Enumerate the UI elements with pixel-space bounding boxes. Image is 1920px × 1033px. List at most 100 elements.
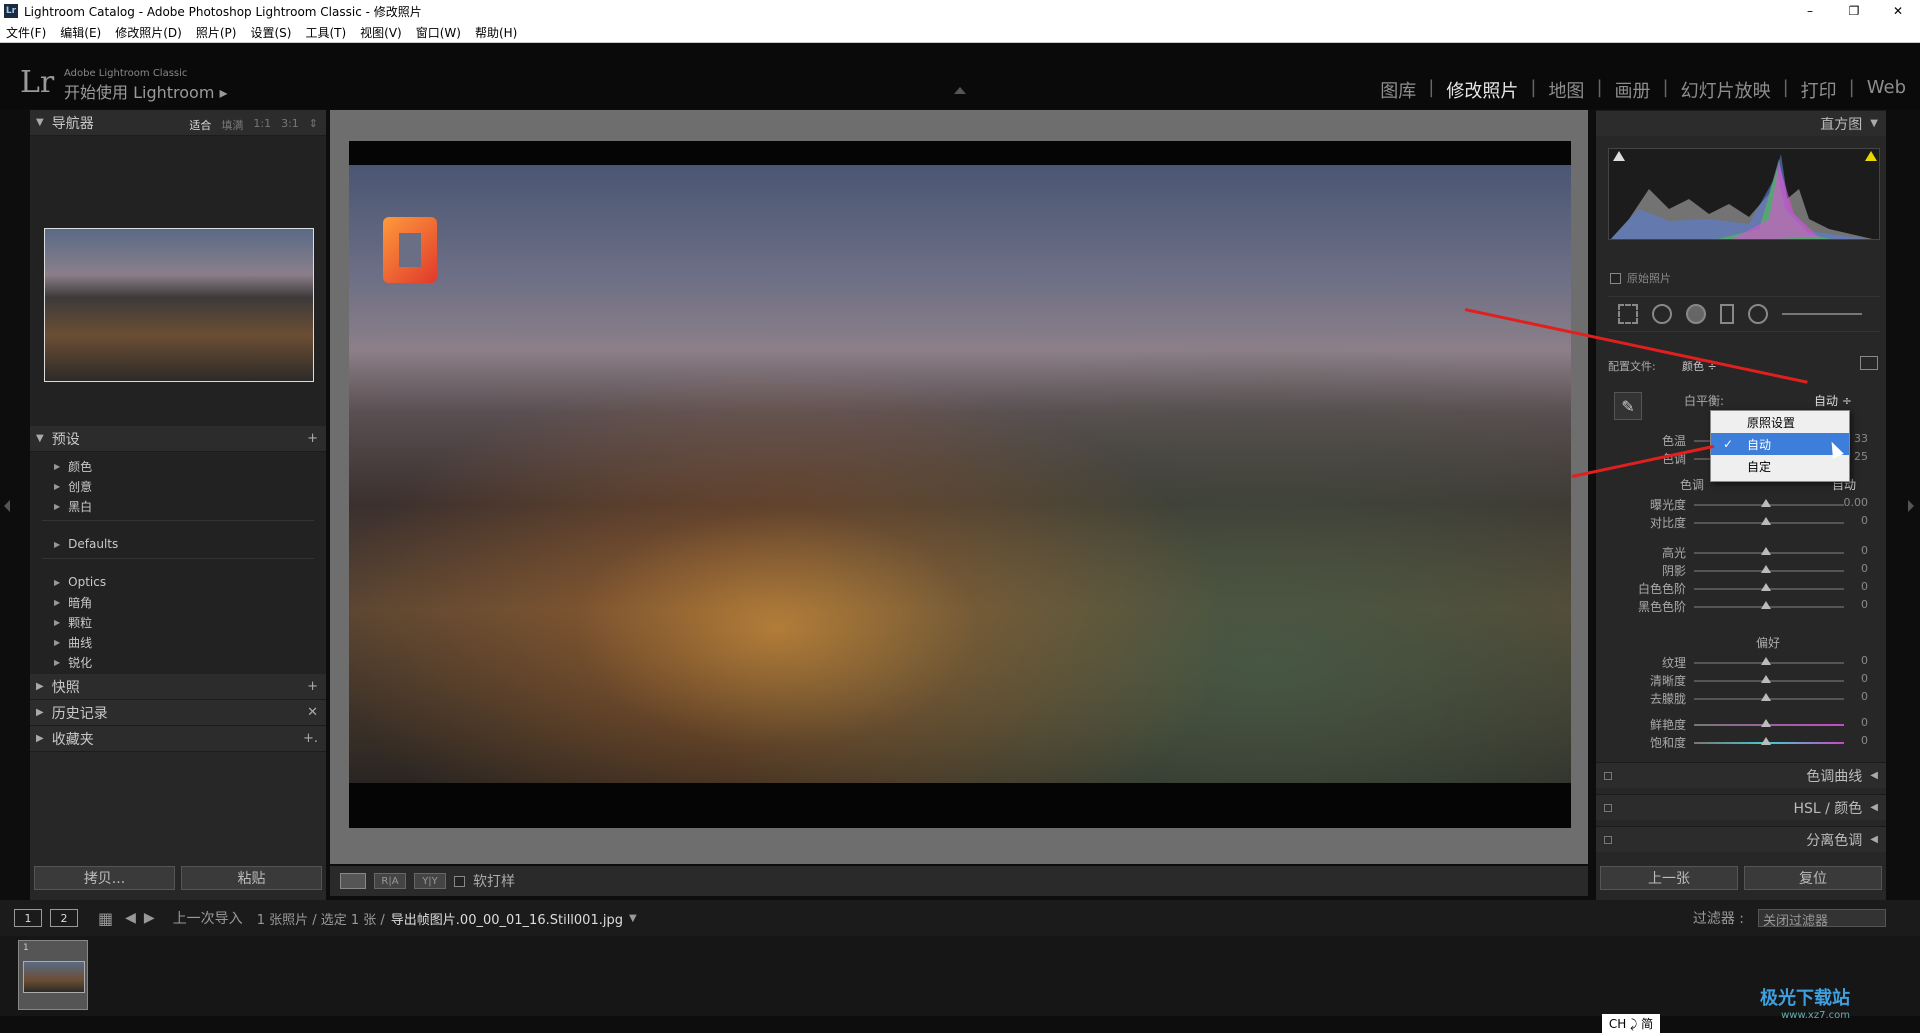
graduated-filter-icon[interactable] bbox=[1720, 304, 1734, 324]
filter-select[interactable]: 关闭过滤器 bbox=[1758, 909, 1886, 929]
wb-option-custom[interactable]: 自定 bbox=[1711, 455, 1849, 477]
add-snapshot-icon[interactable]: + bbox=[307, 679, 318, 694]
slider-dehaze[interactable]: 去朦胧 0 bbox=[1610, 690, 1880, 706]
white-balance-eyedropper-icon[interactable]: ✎ bbox=[1614, 392, 1642, 420]
red-eye-icon[interactable] bbox=[1686, 304, 1706, 324]
slider-knob[interactable] bbox=[1761, 499, 1771, 507]
zoom-more-icon[interactable]: ⇕ bbox=[309, 117, 318, 133]
slider-knob[interactable] bbox=[1761, 737, 1771, 745]
preset-group-defaults[interactable]: ▶ Defaults bbox=[30, 534, 326, 554]
main-photo[interactable] bbox=[349, 165, 1571, 783]
restore-button[interactable]: ❐ bbox=[1832, 0, 1876, 22]
slider-value[interactable]: 0 bbox=[1861, 654, 1868, 667]
original-photo-toggle[interactable]: 原始照片 bbox=[1610, 270, 1671, 286]
split-toning-header[interactable]: 分离色调 ◀ bbox=[1596, 826, 1886, 852]
slider-knob[interactable] bbox=[1761, 675, 1771, 683]
profile-browser-grid-icon[interactable] bbox=[1860, 356, 1878, 370]
wb-option-as-shot[interactable]: 原照设置 bbox=[1711, 411, 1849, 433]
view-1-button[interactable]: 1 bbox=[14, 909, 42, 927]
preset-group-bw[interactable]: ▶ 黑白 bbox=[30, 496, 326, 516]
forward-arrow-icon[interactable]: ▶ bbox=[144, 910, 155, 926]
panel-toggle-icon[interactable] bbox=[1604, 771, 1612, 780]
slider-value[interactable]: 0 bbox=[1861, 672, 1868, 685]
radial-filter-icon[interactable] bbox=[1748, 304, 1768, 324]
slider-texture[interactable]: 纹理 0 bbox=[1610, 654, 1880, 670]
brush-slider[interactable] bbox=[1782, 313, 1862, 315]
slider-vibrance[interactable]: 鲜艳度 0 bbox=[1610, 716, 1880, 732]
module-web[interactable]: Web bbox=[1867, 77, 1906, 103]
menu-file[interactable]: 文件(F) bbox=[6, 24, 46, 41]
slider-knob[interactable] bbox=[1761, 547, 1771, 555]
preset-group-creative[interactable]: ▶ 创意 bbox=[30, 476, 326, 496]
filmstrip-thumbnail[interactable]: 1 bbox=[18, 940, 88, 1010]
minimize-button[interactable]: – bbox=[1788, 0, 1832, 22]
slider-knob[interactable] bbox=[1761, 693, 1771, 701]
module-develop[interactable]: 修改照片 bbox=[1446, 77, 1518, 103]
slider-knob[interactable] bbox=[1761, 565, 1771, 573]
slider-value[interactable]: 0 bbox=[1861, 514, 1868, 527]
slider-clarity[interactable]: 清晰度 0 bbox=[1610, 672, 1880, 688]
presets-header[interactable]: ▼ 预设 + bbox=[30, 426, 326, 452]
history-header[interactable]: ▶ 历史记录 ✕ bbox=[30, 700, 326, 726]
preset-group-curve[interactable]: ▶ 曲线 bbox=[30, 632, 326, 652]
slider-value[interactable]: 0 bbox=[1861, 544, 1868, 557]
slider-whites[interactable]: 白色色阶 0 bbox=[1610, 580, 1880, 596]
crop-overlay-icon[interactable] bbox=[1618, 304, 1638, 324]
slider-value[interactable]: 0 bbox=[1861, 734, 1868, 747]
navigator-header[interactable]: ▼ 导航器 适合 填满 1:1 3:1 ⇕ bbox=[30, 110, 326, 136]
slider-highlights[interactable]: 高光 0 bbox=[1610, 544, 1880, 560]
histogram-header[interactable]: 直方图 ▼ bbox=[1596, 110, 1886, 136]
loupe-view-icon[interactable] bbox=[340, 873, 366, 889]
module-library[interactable]: 图库 bbox=[1380, 77, 1416, 103]
clear-history-icon[interactable]: ✕ bbox=[307, 705, 318, 720]
slider-value[interactable]: 0 bbox=[1861, 580, 1868, 593]
collapse-right-icon[interactable] bbox=[1908, 500, 1914, 512]
filename-label[interactable]: 导出帧图片.00_00_01_16.Still001.jpg bbox=[391, 909, 623, 928]
copy-settings-button[interactable]: 拷贝... bbox=[34, 866, 175, 890]
zoom-fill[interactable]: 填满 bbox=[221, 117, 243, 133]
menu-photo[interactable]: 照片(P) bbox=[196, 24, 237, 41]
slider-shadows[interactable]: 阴影 0 bbox=[1610, 562, 1880, 578]
zoom-1-1[interactable]: 1:1 bbox=[253, 117, 271, 133]
spot-removal-icon[interactable] bbox=[1652, 304, 1672, 324]
panel-toggle-icon[interactable] bbox=[1604, 835, 1612, 844]
slider-value[interactable]: 0 bbox=[1861, 562, 1868, 575]
menu-view[interactable]: 视图(V) bbox=[360, 24, 402, 41]
slider-value[interactable]: 0.00 bbox=[1844, 496, 1869, 509]
zoom-3-1[interactable]: 3:1 bbox=[281, 117, 299, 133]
white-balance-select[interactable]: 自动 ÷ bbox=[1814, 392, 1852, 409]
module-book[interactable]: 画册 bbox=[1615, 77, 1651, 103]
slider-saturation[interactable]: 饱和度 0 bbox=[1610, 734, 1880, 750]
soft-proof-checkbox[interactable] bbox=[454, 875, 465, 887]
snapshots-header[interactable]: ▶ 快照 + bbox=[30, 674, 326, 700]
slider-value[interactable]: 0 bbox=[1861, 690, 1868, 703]
slider-blacks[interactable]: 黑色色阶 0 bbox=[1610, 598, 1880, 614]
filename-dropdown-icon[interactable]: ▼ bbox=[629, 913, 637, 924]
module-map[interactable]: 地图 bbox=[1548, 77, 1584, 103]
zoom-fit[interactable]: 适合 bbox=[189, 117, 211, 133]
preset-group-optics[interactable]: ▶ Optics bbox=[30, 572, 326, 592]
collections-header[interactable]: ▶ 收藏夹 +. bbox=[30, 726, 326, 752]
slider-exposure[interactable]: 曝光度 0.00 bbox=[1610, 496, 1880, 512]
add-collection-icon[interactable]: +. bbox=[303, 731, 318, 746]
preset-group-grain[interactable]: ▶ 颗粒 bbox=[30, 612, 326, 632]
slider-contrast[interactable]: 对比度 0 bbox=[1610, 514, 1880, 530]
preset-group-sharpen[interactable]: ▶ 锐化 bbox=[30, 652, 326, 672]
hsl-header[interactable]: HSL / 颜色 ◀ bbox=[1596, 794, 1886, 820]
original-photo-checkbox[interactable] bbox=[1610, 272, 1621, 284]
add-preset-icon[interactable]: + bbox=[307, 431, 318, 446]
preset-group-vignette[interactable]: ▶ 暗角 bbox=[30, 592, 326, 612]
brand-get-started[interactable]: 开始使用 Lightroom ▸ bbox=[64, 79, 228, 103]
ime-indicator[interactable]: CH ⤸ 简 bbox=[1602, 1014, 1660, 1033]
before-after-tb-button[interactable]: Y|Y bbox=[414, 873, 446, 889]
grid-view-icon[interactable]: ▦ bbox=[98, 909, 113, 928]
collapse-left-icon[interactable] bbox=[4, 500, 10, 512]
preset-group-color[interactable]: ▶ 颜色 bbox=[30, 456, 326, 476]
menu-develop[interactable]: 修改照片(D) bbox=[115, 24, 182, 41]
back-arrow-icon[interactable]: ◀ bbox=[125, 910, 136, 926]
menu-edit[interactable]: 编辑(E) bbox=[60, 24, 101, 41]
module-slideshow[interactable]: 幻灯片放映 bbox=[1681, 77, 1771, 103]
menu-settings[interactable]: 设置(S) bbox=[250, 24, 291, 41]
navigator-thumbnail[interactable] bbox=[44, 228, 314, 382]
module-print[interactable]: 打印 bbox=[1801, 77, 1837, 103]
